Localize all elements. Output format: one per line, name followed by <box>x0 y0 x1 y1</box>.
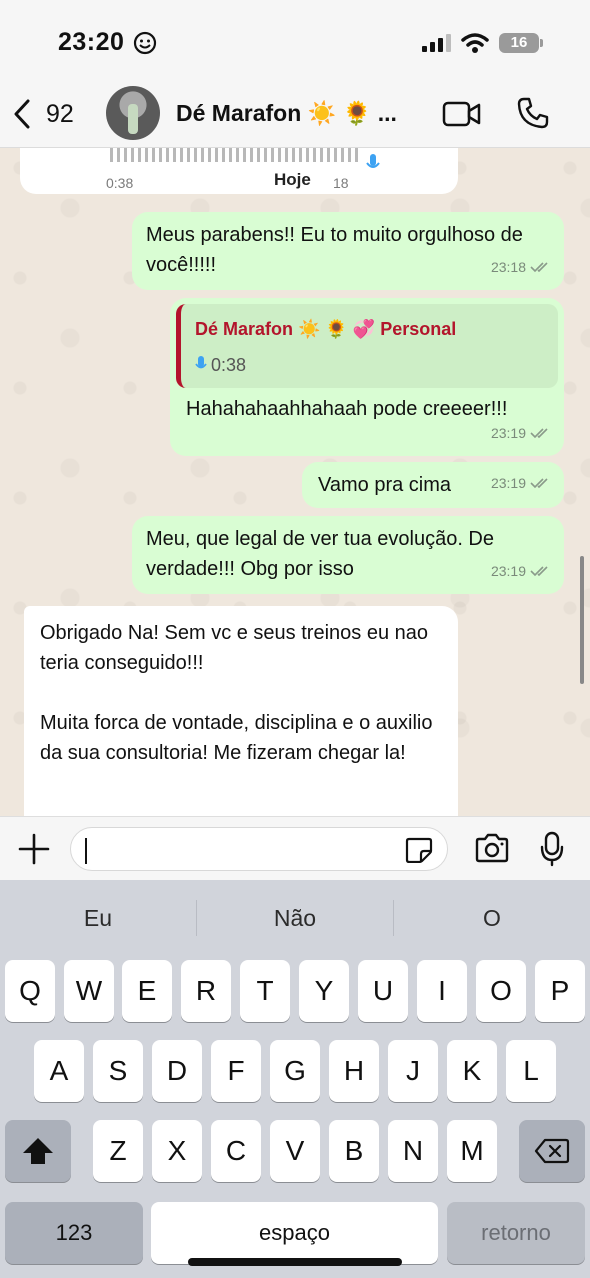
message-time: 18 <box>333 175 349 191</box>
message-composer <box>0 816 590 880</box>
message-time: 23:18 <box>490 259 526 275</box>
audio-duration: 0:38 <box>106 175 134 191</box>
chevron-left-icon <box>14 99 30 129</box>
incoming-message-bubble[interactable]: Obrigado Na! Sem vc e seus treinos eu na… <box>24 606 458 816</box>
plus-icon[interactable] <box>18 833 50 865</box>
quoted-audio-duration: 0:38 <box>211 355 247 375</box>
key-p[interactable]: P <box>535 960 585 1022</box>
message-input[interactable] <box>70 827 448 871</box>
key-u[interactable]: U <box>358 960 408 1022</box>
focus-smiley-icon <box>133 31 157 55</box>
quoted-author: Dé Marafon ☀️ 🌻 💞 Personal <box>195 319 457 339</box>
text-cursor <box>85 838 87 864</box>
back-button[interactable]: 92 <box>12 98 74 130</box>
microphone-icon[interactable] <box>540 831 564 867</box>
space-key[interactable]: espaço <box>151 1202 438 1264</box>
suggestion-2[interactable]: Não <box>197 880 393 954</box>
return-key[interactable]: retorno <box>447 1202 585 1264</box>
message-text: Obrigado Na! Sem vc e seus treinos eu na… <box>40 622 428 674</box>
read-checkmarks-icon <box>530 566 548 577</box>
key-s[interactable]: S <box>93 1040 143 1102</box>
key-m[interactable]: M <box>447 1120 497 1182</box>
key-c[interactable]: C <box>211 1120 261 1182</box>
chat-area[interactable]: 0:38 18 Hoje Meus parabens!! Eu to muito… <box>0 148 590 816</box>
delete-key[interactable] <box>519 1120 585 1182</box>
shift-arrow-icon <box>23 1138 53 1164</box>
contact-avatar[interactable] <box>106 86 160 140</box>
audio-message[interactable]: 0:38 18 <box>20 148 458 194</box>
unread-count: 92 <box>46 99 74 128</box>
key-d[interactable]: D <box>152 1040 202 1102</box>
keyboard: Eu Não O Q W E R T Y U I O P A S D F G H… <box>0 880 590 1278</box>
read-checkmarks-icon <box>530 428 548 439</box>
camera-icon[interactable] <box>474 833 510 863</box>
message-time: 23:19 <box>490 563 526 579</box>
key-r[interactable]: R <box>181 960 231 1022</box>
key-l[interactable]: L <box>506 1040 556 1102</box>
key-n[interactable]: N <box>388 1120 438 1182</box>
status-bar: 23:20 16 <box>0 0 590 80</box>
numbers-key[interactable]: 123 <box>5 1202 143 1264</box>
message-text: Muita forca de vontade, disciplina e o a… <box>40 712 433 764</box>
key-h[interactable]: H <box>329 1040 379 1102</box>
message-bubble[interactable]: Vamo pra cima 23:19 <box>302 462 564 508</box>
cellular-signal-icon <box>422 34 451 52</box>
sticker-icon[interactable] <box>405 837 433 863</box>
suggestion-1[interactable]: Eu <box>0 880 196 954</box>
key-i[interactable]: I <box>417 960 467 1022</box>
key-j[interactable]: J <box>388 1040 438 1102</box>
phone-call-icon[interactable] <box>516 96 550 130</box>
key-a[interactable]: A <box>34 1040 84 1102</box>
key-y[interactable]: Y <box>299 960 349 1022</box>
video-call-icon[interactable] <box>442 100 482 128</box>
reply-message-bubble[interactable]: Dé Marafon ☀️ 🌻 💞 Personal 0:38 Hahahaha… <box>170 298 564 456</box>
date-divider: Hoje <box>262 166 323 194</box>
read-checkmarks-icon <box>530 262 548 273</box>
mic-icon <box>366 154 380 168</box>
home-indicator[interactable] <box>188 1258 402 1266</box>
key-f[interactable]: F <box>211 1040 261 1102</box>
mic-icon <box>195 356 207 369</box>
shift-key[interactable] <box>5 1120 71 1182</box>
key-b[interactable]: B <box>329 1120 379 1182</box>
key-x[interactable]: X <box>152 1120 202 1182</box>
wifi-icon <box>461 33 489 53</box>
key-v[interactable]: V <box>270 1120 320 1182</box>
scrollbar[interactable] <box>580 556 584 684</box>
message-bubble[interactable]: Meu, que legal de ver tua evolução. De v… <box>132 516 564 594</box>
message-text: Meu, que legal de ver tua evolução. De v… <box>146 528 494 580</box>
contact-name[interactable]: Dé Marafon ☀️ 🌻 ... <box>176 100 397 127</box>
key-o[interactable]: O <box>476 960 526 1022</box>
read-checkmarks-icon <box>530 478 548 489</box>
suggestion-3[interactable]: O <box>394 880 590 954</box>
battery-indicator: 16 <box>499 33 543 53</box>
backspace-icon <box>534 1138 570 1164</box>
quoted-message[interactable]: Dé Marafon ☀️ 🌻 💞 Personal 0:38 <box>176 304 558 388</box>
audio-waveform <box>110 148 360 162</box>
chat-header: 92 Dé Marafon ☀️ 🌻 ... <box>0 80 590 148</box>
message-time: 23:19 <box>490 475 526 491</box>
key-g[interactable]: G <box>270 1040 320 1102</box>
key-k[interactable]: K <box>447 1040 497 1102</box>
key-q[interactable]: Q <box>5 960 55 1022</box>
key-z[interactable]: Z <box>93 1120 143 1182</box>
key-t[interactable]: T <box>240 960 290 1022</box>
message-time: 23:19 <box>490 425 526 441</box>
status-time: 23:20 <box>58 28 125 56</box>
key-e[interactable]: E <box>122 960 172 1022</box>
message-text: Meus parabens!! Eu to muito orgulhoso de… <box>146 224 523 276</box>
key-w[interactable]: W <box>64 960 114 1022</box>
message-text: Hahahahaahhahaah pode creeeer!!! <box>186 398 508 420</box>
message-bubble[interactable]: Meus parabens!! Eu to muito orgulhoso de… <box>132 212 564 290</box>
